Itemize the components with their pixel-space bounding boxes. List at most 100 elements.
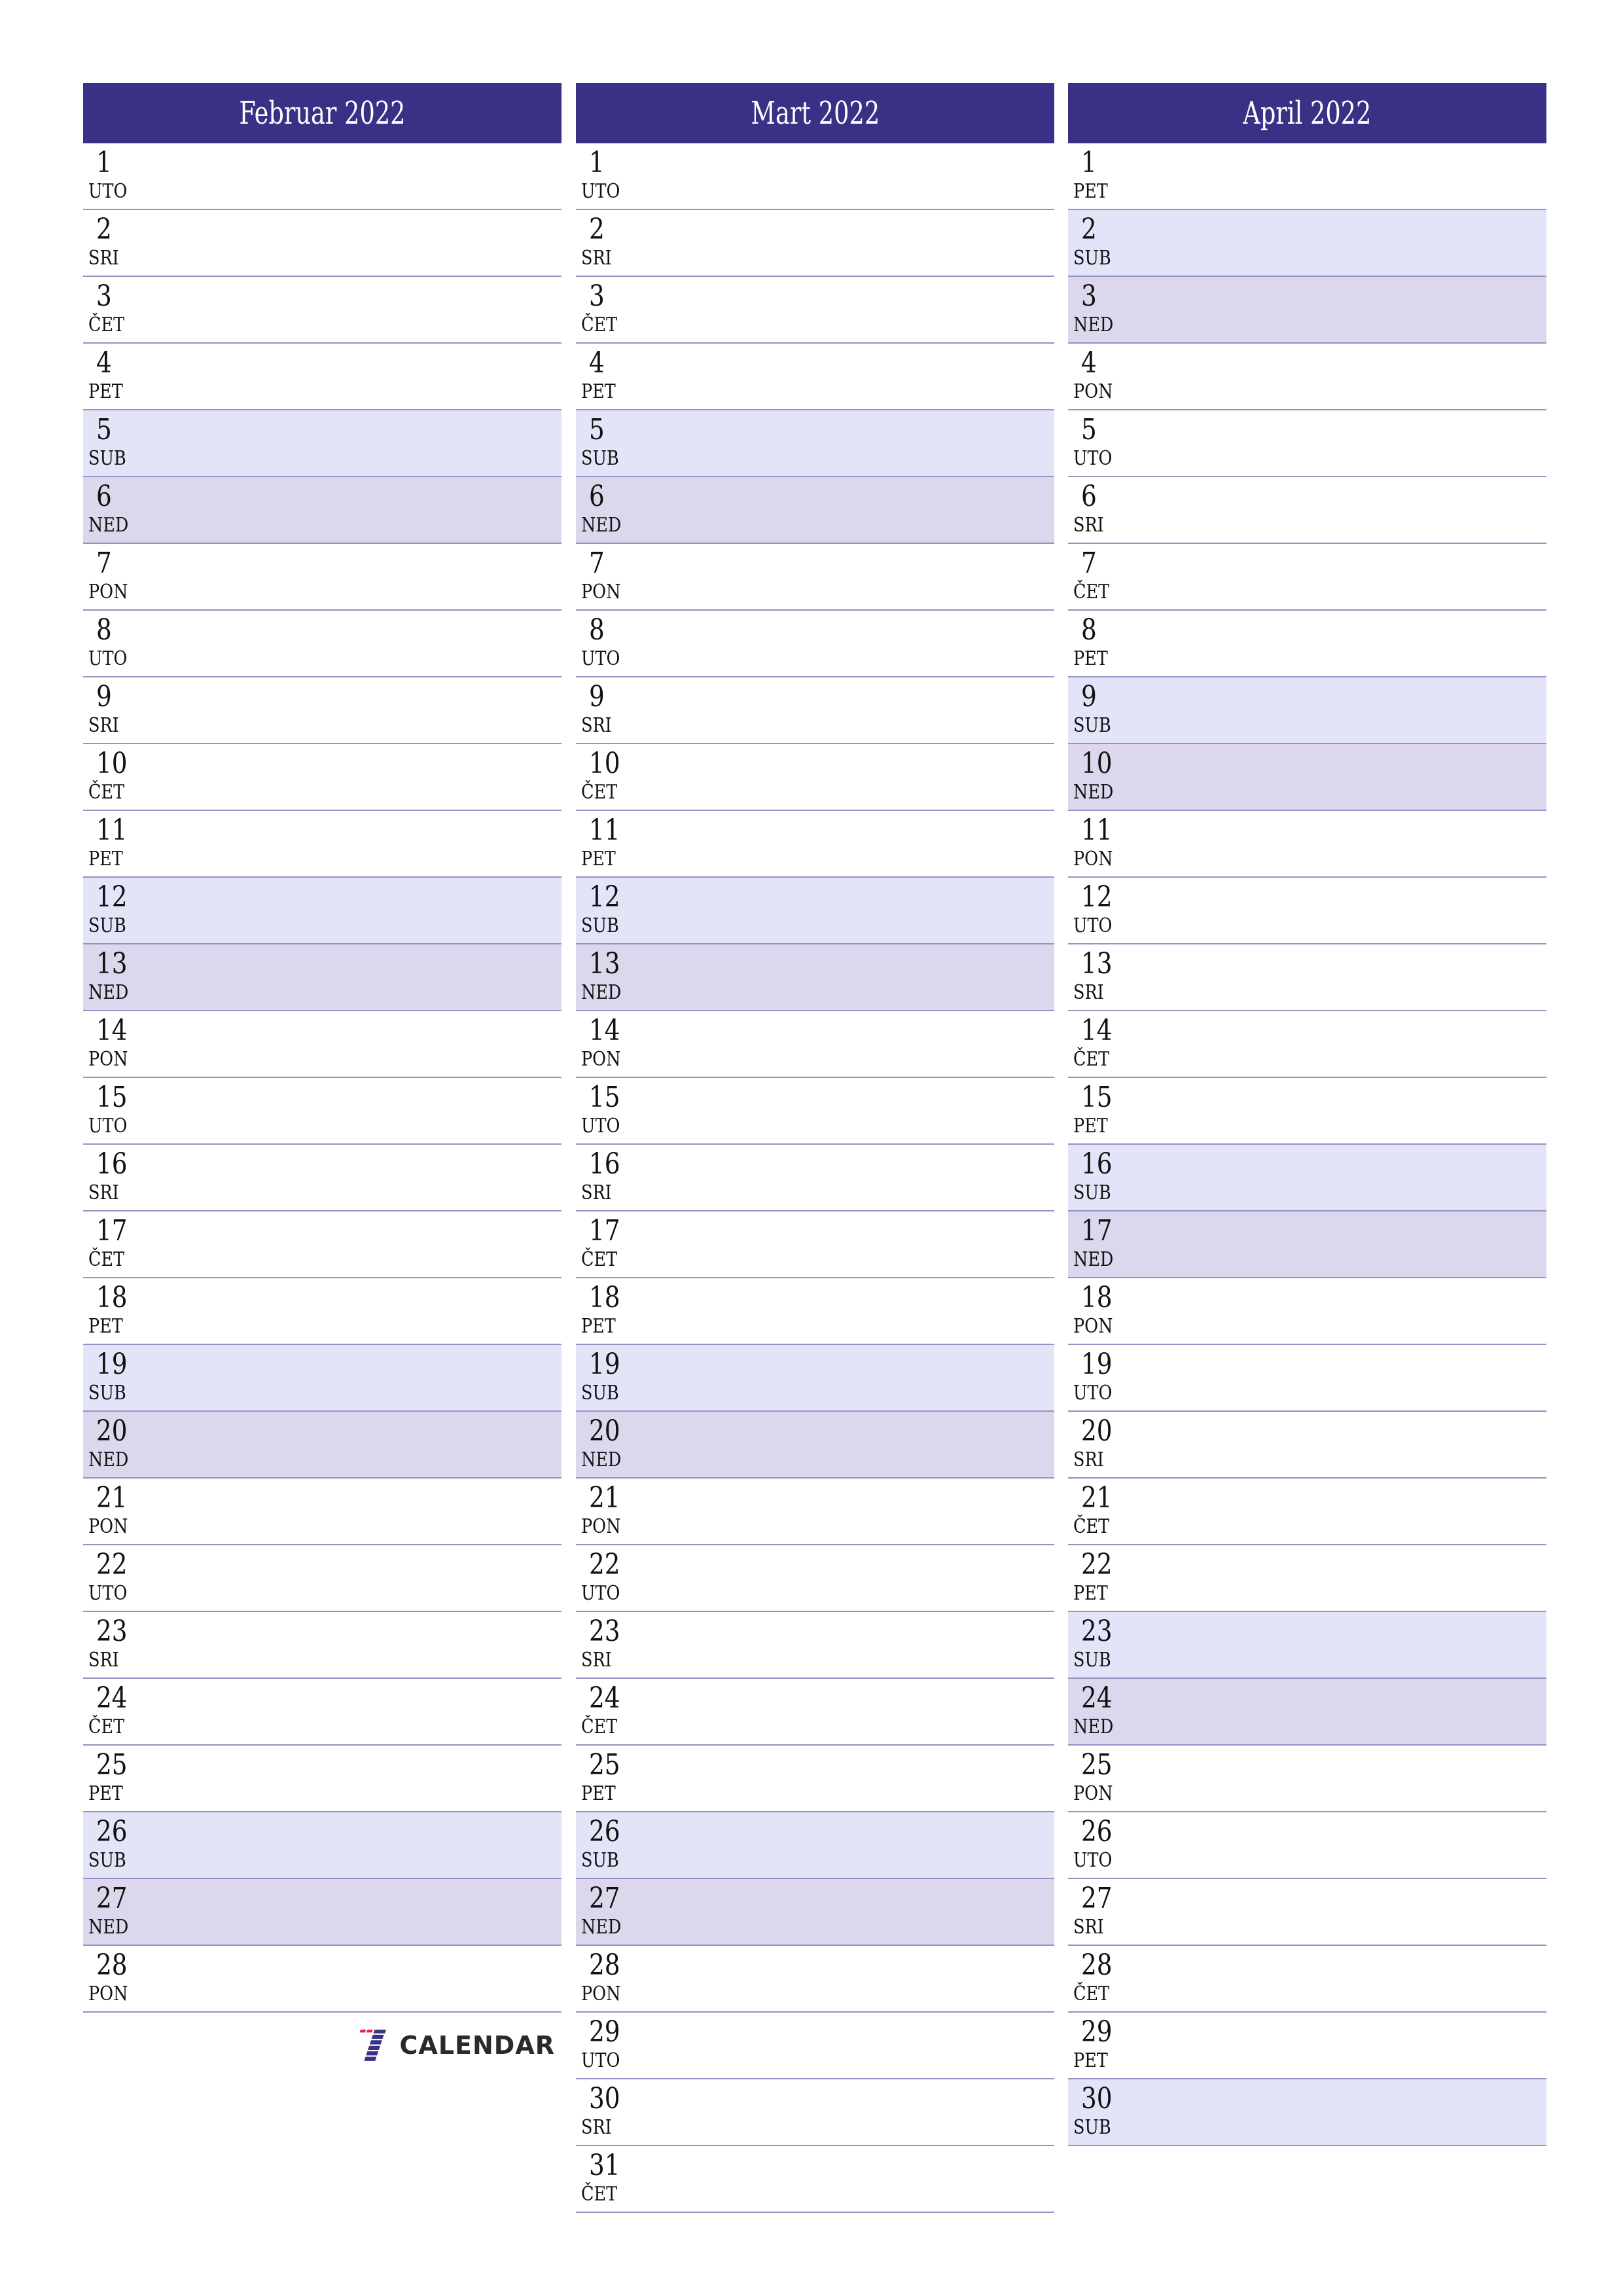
day-of-week: SRI: [581, 1181, 612, 1204]
day-row: 29 PET: [1068, 2013, 1546, 2079]
day-number: 9: [1081, 680, 1097, 713]
day-of-week: UTO: [581, 180, 620, 203]
day-of-week: ČET: [88, 781, 125, 804]
day-number: 7: [1081, 547, 1097, 580]
day-row: 7 ČET: [1068, 544, 1546, 611]
day-number: 17: [1081, 1214, 1113, 1247]
day-of-week: SUB: [1073, 2116, 1111, 2139]
day-of-week: ČET: [88, 1248, 125, 1271]
day-row: 31 ČET: [576, 2146, 1054, 2213]
day-of-week: SRI: [1073, 981, 1104, 1004]
day-row: 24 ČET: [576, 1679, 1054, 1746]
day-number: 3: [96, 279, 112, 313]
day-list: 1 UTO 2 SRI 3 ČET 4 PET 5 SUB 6 NED 7 PON 8 UTO 9 SRI 10 ČE…: [576, 143, 1054, 2213]
day-number: 7: [589, 547, 605, 580]
day-row: 22 UTO: [83, 1545, 562, 1612]
day-row: 12 UTO: [1068, 878, 1546, 944]
day-row: 11 PET: [83, 811, 562, 878]
day-number: 14: [589, 1014, 620, 1047]
day-of-week: ČET: [581, 1715, 618, 1738]
day-row: 6 NED: [83, 477, 562, 544]
day-of-week: SUB: [88, 447, 126, 470]
day-row: 8 UTO: [576, 611, 1054, 677]
day-row: 17 ČET: [83, 1211, 562, 1278]
day-row: 3 ČET: [576, 277, 1054, 344]
day-row: 8 UTO: [83, 611, 562, 677]
day-number: 8: [96, 613, 112, 647]
day-of-week: PET: [581, 1315, 616, 1338]
day-of-week: NED: [88, 1448, 129, 1471]
day-number: 11: [589, 814, 620, 847]
day-number: 8: [589, 613, 605, 647]
day-row: 28 PON: [83, 1946, 562, 2013]
day-number: 14: [96, 1014, 128, 1047]
day-row: 16 SRI: [83, 1145, 562, 1211]
day-row: 21 PON: [576, 1479, 1054, 1545]
day-row: 20 NED: [83, 1412, 562, 1479]
day-number: 25: [589, 1748, 620, 1782]
day-row: 19 SUB: [83, 1345, 562, 1412]
day-row: 5 UTO: [1068, 410, 1546, 477]
day-row: 25 PET: [83, 1746, 562, 1812]
day-row: 2 SUB: [1068, 210, 1546, 277]
day-of-week: SRI: [1073, 1448, 1104, 1471]
day-of-week: NED: [1073, 314, 1114, 336]
day-row: 26 SUB: [83, 1812, 562, 1879]
day-number: 27: [96, 1882, 128, 1915]
day-number: 20: [589, 1414, 620, 1448]
day-row: 4 PON: [1068, 344, 1546, 410]
day-number: 24: [1081, 1681, 1113, 1715]
day-row: 13 NED: [83, 944, 562, 1011]
day-number: 26: [589, 1815, 620, 1848]
day-number: 24: [589, 1681, 620, 1715]
day-of-week: PET: [88, 1782, 123, 1805]
day-of-week: UTO: [1073, 914, 1113, 937]
day-number: 10: [96, 747, 128, 780]
day-row: 1 UTO: [576, 143, 1054, 210]
day-row: 18 PON: [1068, 1278, 1546, 1345]
day-of-week: PON: [1073, 1315, 1113, 1338]
day-number: 23: [1081, 1615, 1113, 1648]
day-of-week: PON: [581, 1982, 621, 2005]
day-of-week: ČET: [1073, 1515, 1110, 1538]
day-row: 5 SUB: [576, 410, 1054, 477]
day-of-week: PON: [1073, 380, 1113, 403]
day-of-week: SUB: [581, 914, 619, 937]
day-row: 17 NED: [1068, 1211, 1546, 1278]
day-row: 22 UTO: [576, 1545, 1054, 1612]
day-number: 6: [589, 480, 605, 513]
day-row: 24 NED: [1068, 1679, 1546, 1746]
day-of-week: SUB: [1073, 1649, 1111, 1672]
day-row: 23 SUB: [1068, 1612, 1546, 1679]
day-number: 21: [589, 1481, 620, 1515]
day-number: 13: [1081, 947, 1113, 980]
day-row: 11 PON: [1068, 811, 1546, 878]
day-row: 19 SUB: [576, 1345, 1054, 1412]
day-of-week: PET: [581, 380, 616, 403]
day-of-week: ČET: [1073, 581, 1110, 603]
day-row: 19 UTO: [1068, 1345, 1546, 1412]
day-of-week: SRI: [88, 714, 119, 737]
day-of-week: SUB: [1073, 1181, 1111, 1204]
day-number: 1: [589, 146, 605, 179]
day-number: 17: [589, 1214, 620, 1247]
day-of-week: NED: [88, 514, 129, 537]
day-number: 13: [589, 947, 620, 980]
day-number: 13: [96, 947, 128, 980]
day-row: 8 PET: [1068, 611, 1546, 677]
day-row: 15 UTO: [83, 1078, 562, 1145]
day-of-week: UTO: [1073, 1849, 1113, 1872]
day-number: 26: [1081, 1815, 1113, 1848]
day-number: 28: [96, 1948, 128, 1982]
day-number: 10: [1081, 747, 1113, 780]
day-number: 19: [96, 1348, 128, 1381]
day-row: 13 SRI: [1068, 944, 1546, 1011]
day-row: 5 SUB: [83, 410, 562, 477]
day-of-week: NED: [581, 514, 622, 537]
day-of-week: SUB: [1073, 714, 1111, 737]
day-number: 10: [589, 747, 620, 780]
day-row: 18 PET: [576, 1278, 1054, 1345]
day-number: 30: [589, 2082, 620, 2115]
day-of-week: PET: [88, 848, 123, 870]
day-number: 6: [96, 480, 112, 513]
